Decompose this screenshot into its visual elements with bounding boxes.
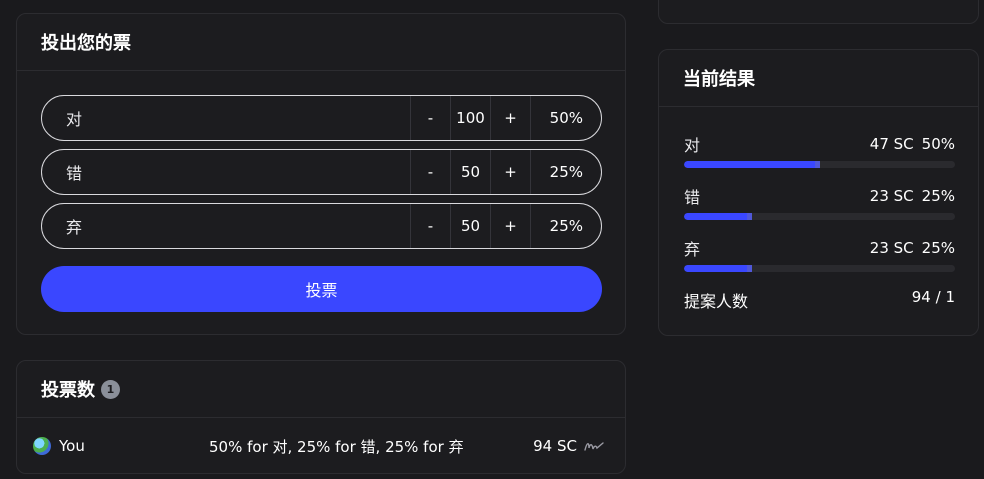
result-progress-bar	[684, 213, 955, 220]
result-percent: 25%	[921, 187, 955, 205]
decrease-button[interactable]: -	[410, 96, 450, 140]
result-amount: 23 SC	[869, 239, 914, 257]
vote-option-row: 对 - 100 + 50%	[41, 95, 602, 141]
result-percent: 50%	[921, 135, 955, 153]
signature-icon[interactable]	[583, 439, 605, 453]
result-amount: 47 SC	[869, 135, 914, 153]
vote-option-row: 弃 - 50 + 25%	[41, 203, 602, 249]
result-progress-bar	[684, 161, 955, 168]
vote-percent: 25%	[530, 150, 601, 194]
voter-name: You	[59, 437, 85, 455]
cast-vote-title: 投出您的票	[17, 14, 625, 71]
increase-button[interactable]: +	[490, 150, 530, 194]
proposers-value: 94 / 1	[911, 288, 955, 306]
votes-list-title: 投票数	[41, 380, 95, 401]
current-results-card: 当前结果 对 47 SC 50% 错 23 SC 25% 弃 23 SC 25% 提案…	[658, 49, 979, 336]
vote-option-label: 错	[66, 164, 83, 183]
increase-button[interactable]: +	[490, 204, 530, 248]
decrease-button[interactable]: -	[410, 150, 450, 194]
vote-amount[interactable]: 50	[450, 150, 490, 194]
vote-total: 94 SC	[533, 437, 577, 455]
result-amount: 23 SC	[869, 187, 914, 205]
vote-percent: 50%	[530, 96, 601, 140]
vote-entry-row[interactable]: You 50% for 对, 25% for 错, 25% for 弃 94 S…	[33, 435, 605, 457]
vote-percent: 25%	[530, 204, 601, 248]
result-label: 错	[684, 188, 701, 207]
result-progress-bar	[684, 265, 955, 272]
vote-amount[interactable]: 100	[450, 96, 490, 140]
current-results-title: 当前结果	[659, 50, 978, 107]
proposers-row: 提案人数 94 / 1	[684, 288, 955, 312]
submit-vote-button[interactable]: 投票	[41, 266, 602, 312]
votes-list-card: 投票数 1 You 50% for 对, 25% for 错, 25% for …	[16, 360, 626, 474]
votes-list-header: 投票数 1	[17, 361, 625, 418]
proposers-label: 提案人数	[684, 292, 749, 311]
result-label: 弃	[684, 240, 701, 259]
result-percent: 25%	[921, 239, 955, 257]
previous-card-partial	[658, 0, 979, 24]
vote-amount[interactable]: 50	[450, 204, 490, 248]
vote-option-label: 对	[66, 110, 83, 129]
result-item: 错 23 SC 25%	[684, 186, 955, 220]
votes-count-badge: 1	[101, 379, 120, 399]
vote-option-row: 错 - 50 + 25%	[41, 149, 602, 195]
vote-description: 50% for 对, 25% for 错, 25% for 弃	[209, 437, 464, 456]
result-item: 对 47 SC 50%	[684, 134, 955, 168]
vote-options: 对 - 100 + 50% 错 - 50 + 25% 弃 - 50 + 25%	[41, 95, 602, 257]
result-item: 弃 23 SC 25%	[684, 238, 955, 272]
vote-option-label: 弃	[66, 218, 83, 237]
avatar	[33, 437, 51, 455]
result-label: 对	[684, 136, 701, 155]
decrease-button[interactable]: -	[410, 204, 450, 248]
cast-vote-card: 投出您的票 对 - 100 + 50% 错 - 50 + 25% 弃 - 50 …	[16, 13, 626, 335]
result-progress-fill	[684, 213, 752, 220]
increase-button[interactable]: +	[490, 96, 530, 140]
result-progress-fill	[684, 265, 752, 272]
result-progress-fill	[684, 161, 820, 168]
